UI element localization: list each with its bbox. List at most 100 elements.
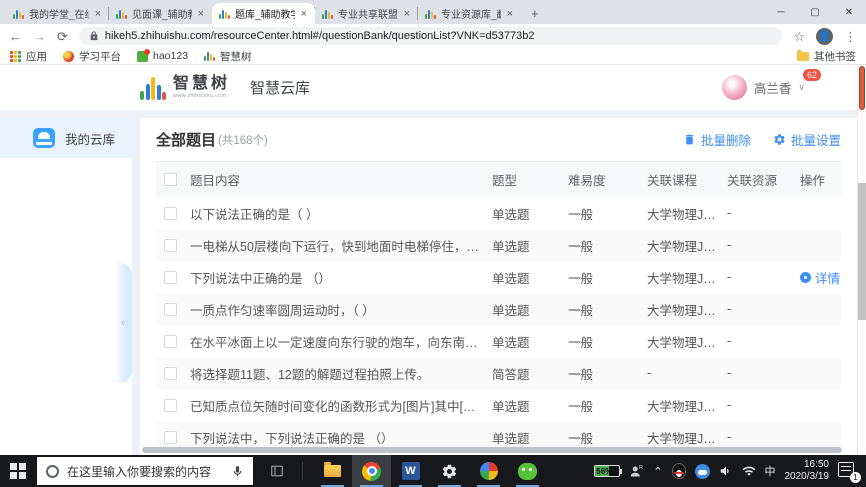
question-count: (共168个) [218, 134, 268, 147]
back-icon[interactable]: ← [9, 30, 22, 43]
bookmark-item[interactable]: hao123 [137, 48, 188, 64]
question-type: 单选题 [492, 431, 530, 446]
close-tab-icon[interactable]: × [403, 8, 411, 20]
new-tab-button[interactable]: + [521, 6, 549, 24]
taskbar-app[interactable] [469, 455, 508, 487]
start-button[interactable] [0, 455, 36, 487]
question-difficulty: 一般 [568, 335, 594, 350]
notification-center-button[interactable]: 1 [838, 462, 861, 483]
scrollbar-thumb-orange[interactable] [859, 66, 865, 110]
table-body: 以下说法正确的是（ ） 单选题 一般 大学物理J（1... - 一电梯从50层楼… [156, 197, 841, 453]
url-text: hikeh5.zhihuishu.com/resourceCenter.html… [104, 30, 535, 42]
table-row[interactable]: 一质点作匀速率圆周运动时，（ ） 单选题 一般 大学物理J（1... - [156, 293, 841, 325]
forward-icon[interactable]: → [33, 30, 46, 43]
taskbar-word[interactable]: W [391, 455, 430, 487]
detail-link[interactable]: 详情 [800, 268, 840, 287]
row-checkbox[interactable] [164, 366, 177, 380]
table-row[interactable]: 在水平冰面上以一定速度向东行驶的炮车，向东南（斜向上）方向... 单选题 一般 … [156, 325, 841, 357]
col-actions: 操作 [800, 174, 826, 188]
select-all-checkbox[interactable] [164, 173, 177, 186]
word-icon: W [401, 462, 420, 480]
table-row[interactable]: 下列说法中正确的是 （） 单选题 一般 大学物理J（1... - 详情 [156, 261, 841, 293]
table-row[interactable]: 将选择题11题、12题的解题过程拍照上传。 简答题 一般 - - [156, 357, 841, 389]
related-course: 大学物理J（1... [647, 399, 727, 414]
refresh-icon[interactable]: ⟳ [57, 30, 68, 43]
bookmark-item[interactable]: 应用 [10, 49, 47, 64]
user-switch-icon[interactable]: R [629, 464, 644, 479]
eye-icon [800, 271, 811, 283]
vertical-scrollbar-track[interactable] [857, 65, 866, 455]
address-bar[interactable]: hikeh5.zhihuishu.com/resourceCenter.html… [78, 27, 783, 45]
row-checkbox[interactable] [164, 302, 177, 316]
maximize-button[interactable]: ▢ [798, 0, 832, 24]
horizontal-scrollbar[interactable] [142, 447, 842, 453]
other-bookmarks[interactable]: 其他书签 [797, 49, 856, 64]
network-icon[interactable] [742, 464, 756, 478]
bookmark-star-icon[interactable]: ☆ [793, 30, 805, 43]
bookmarks-container: 应用 学习平台 hao123 智慧树 [10, 48, 252, 64]
browser-profile-icon[interactable]: 👤 [816, 27, 833, 45]
table-row[interactable]: 已知质点位矢随时间变化的函数形式为[图片]其中[图片]为常量，... 单选题 一… [156, 389, 841, 421]
row-checkbox[interactable] [164, 398, 177, 412]
close-tab-icon[interactable]: × [506, 8, 514, 20]
table-row[interactable]: 以下说法正确的是（ ） 单选题 一般 大学物理J（1... - [156, 197, 841, 229]
avatar[interactable] [721, 75, 747, 100]
tab-title: 题库_辅助教学_智慧树网 [235, 10, 295, 21]
ime-indicator[interactable]: 中 [765, 463, 776, 479]
cortana-icon [46, 464, 59, 478]
minimize-button[interactable]: ─ [764, 0, 798, 24]
bookmark-item[interactable]: 学习平台 [63, 49, 121, 64]
taskbar-search-input[interactable]: 在这里输入你要搜索的内容 [36, 456, 254, 486]
browser-tab[interactable]: 见面课_辅助教学_智慧树 × [108, 3, 212, 24]
batch-delete-button[interactable]: 批量删除 [683, 130, 751, 149]
microphone-icon[interactable] [231, 465, 244, 478]
row-checkbox[interactable] [164, 430, 177, 444]
close-window-button[interactable]: ✕ [832, 0, 866, 24]
scrollbar-thumb[interactable] [858, 183, 866, 320]
table-row[interactable]: 一电梯从50层楼向下运行，快到地面时电梯停住，在接近地面处... 单选题 一般 … [156, 229, 841, 261]
bookmark-item[interactable]: 智慧树 [204, 49, 252, 64]
task-view-button[interactable] [262, 463, 292, 479]
question-type: 单选题 [492, 399, 530, 414]
taskbar-clock[interactable]: 16:50 2020/3/19 [785, 459, 830, 484]
row-checkbox[interactable] [164, 238, 177, 252]
close-tab-icon[interactable]: × [94, 8, 102, 20]
folder-icon [797, 49, 809, 61]
browser-tab[interactable]: 专业资源库_翻转教学_智慧 × [417, 3, 521, 24]
sidebar-collapse-handle[interactable]: ‹ [114, 263, 132, 383]
batch-settings-button[interactable]: 批量设置 [773, 130, 841, 149]
tab-title: 专业共享联盟 [338, 10, 398, 21]
browser-tab[interactable]: 专业共享联盟 × [314, 3, 418, 24]
row-checkbox[interactable] [164, 206, 177, 220]
related-resource: - [727, 302, 732, 316]
sidebar-item-my-cloud[interactable]: 我的云库 [0, 118, 132, 158]
row-actions[interactable]: 详情 [800, 268, 841, 287]
cloud-app-icon[interactable] [694, 463, 710, 479]
taskbar-wechat[interactable] [508, 455, 547, 487]
question-content: 将选择题11题、12题的解题过程拍照上传。 [190, 367, 430, 382]
related-course: 大学物理J（1... [647, 303, 727, 318]
col-question-content: 题目内容 [190, 174, 241, 188]
tray-chevron-icon[interactable]: ⌃ [653, 465, 662, 478]
related-resource: - [727, 398, 732, 412]
row-checkbox[interactable] [164, 270, 177, 284]
chevron-down-icon[interactable]: ∨ [798, 82, 805, 93]
volume-icon[interactable] [719, 464, 733, 478]
col-difficulty: 难易度 [568, 174, 606, 188]
zhihuishu-favicon-icon [219, 9, 230, 19]
main-panel: 全部题目 (共168个) 批量删除 批量设置 题目内容 题型 难易度 关联课程 … [140, 118, 857, 455]
taskbar-file-explorer[interactable] [313, 455, 352, 487]
taskbar-chrome[interactable] [352, 455, 391, 487]
taskbar-settings[interactable] [430, 455, 469, 487]
close-tab-icon[interactable]: × [300, 8, 308, 20]
browser-tab[interactable]: 题库_辅助教学_智慧树网 × [212, 3, 315, 24]
user-menu[interactable]: 高兰香 ∨ 62 [721, 65, 821, 110]
close-tab-icon[interactable]: × [197, 8, 205, 20]
browser-tab[interactable]: 我的学堂_在线学堂_智慧树 × [6, 3, 109, 24]
question-content: 已知质点位矢随时间变化的函数形式为[图片]其中[图片]为常量，... [190, 399, 492, 414]
zhihuishu-logo-icon[interactable] [140, 76, 166, 100]
qq-icon[interactable] [671, 463, 686, 479]
chrome-menu-icon[interactable]: ⋮ [844, 30, 857, 43]
row-checkbox[interactable] [164, 334, 177, 348]
battery-indicator[interactable]: 56% [594, 465, 623, 477]
